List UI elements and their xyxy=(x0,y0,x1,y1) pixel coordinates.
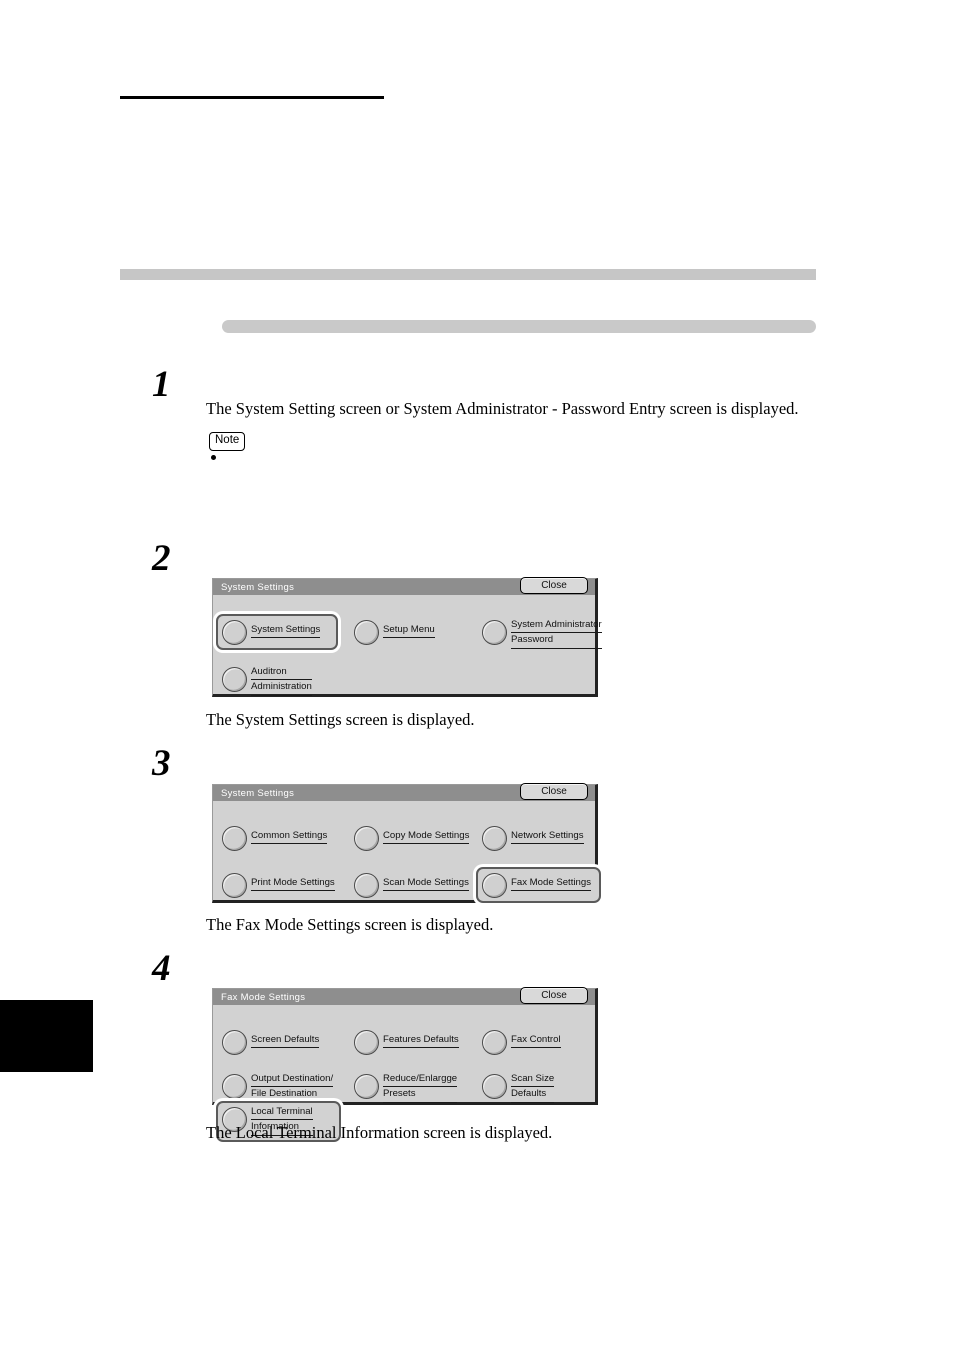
radio-circle-icon[interactable] xyxy=(222,1074,247,1099)
panel-titlebar: System Settings Close xyxy=(213,577,595,595)
radio-circle-icon[interactable] xyxy=(222,1030,247,1055)
lcd-item-fax-mode-settings[interactable]: Fax Mode Settings xyxy=(476,867,601,903)
step-number-4: 4 xyxy=(152,948,171,989)
lcd-item-label-line: Setup Menu xyxy=(383,624,435,639)
lcd-item-label: Auditron Administration xyxy=(251,666,312,697)
radio-circle-icon[interactable] xyxy=(482,620,507,645)
lcd-item-label: System Settings xyxy=(251,619,321,639)
lcd-item-screen-defaults[interactable]: Screen Defaults xyxy=(216,1024,341,1060)
lcd-item-label-line: Defaults xyxy=(511,1088,555,1103)
radio-circle-icon[interactable] xyxy=(482,873,507,898)
lcd-panel-system-settings-top: System Settings Close System Settings Set… xyxy=(212,577,602,697)
lcd-item-label-line: System Settings xyxy=(251,624,321,639)
lcd-item-label-line: Scan Size xyxy=(511,1073,555,1088)
step-3-caption: The Fax Mode Settings screen is displaye… xyxy=(206,915,494,934)
lcd-item-label-line: Output Destination/ xyxy=(251,1073,334,1088)
radio-circle-icon[interactable] xyxy=(482,1030,507,1055)
lcd-item-label: Common Settings xyxy=(251,825,328,845)
lcd-item-setup-menu[interactable]: Setup Menu xyxy=(348,614,470,650)
lcd-item-scan-mode-settings[interactable]: Scan Mode Settings xyxy=(348,867,473,903)
lcd-item-label-line: Print Mode Settings xyxy=(251,877,335,892)
lcd-item-label-line: Fax Mode Settings xyxy=(511,877,591,892)
lcd-item-label: System Administrator Password xyxy=(511,619,602,650)
step-number-1: 1 xyxy=(152,364,171,405)
page-edge-tab xyxy=(0,1000,93,1072)
lcd-item-label-line: Common Settings xyxy=(251,830,328,845)
lcd-panel-fax-mode-settings: Fax Mode Settings Close Screen Defaults F… xyxy=(212,987,598,1142)
lcd-item-label: Features Defaults xyxy=(383,1029,459,1049)
lcd-item-label: Reduce/Enlargge Presets xyxy=(383,1073,458,1104)
lcd-item-label: Network Settings xyxy=(511,825,584,845)
radio-circle-icon[interactable] xyxy=(354,873,379,898)
lcd-item-system-settings[interactable]: System Settings xyxy=(216,614,338,650)
lcd-item-label: Output Destination/File Destination xyxy=(251,1073,334,1104)
step-number-3: 3 xyxy=(152,743,171,784)
panel-titlebar: Fax Mode Settings Close xyxy=(213,987,595,1005)
lcd-item-reduce-enlargge-presets[interactable]: Reduce/Enlargge Presets xyxy=(348,1068,473,1109)
lcd-item-label: Copy Mode Settings xyxy=(383,825,470,845)
radio-circle-icon[interactable] xyxy=(222,826,247,851)
panel-title: System Settings xyxy=(221,787,295,799)
radio-circle-icon[interactable] xyxy=(354,620,379,645)
lcd-item-copy-mode-settings[interactable]: Copy Mode Settings xyxy=(348,820,473,856)
lcd-item-label-line: Features Defaults xyxy=(383,1034,459,1049)
lcd-item-print-mode-settings[interactable]: Print Mode Settings xyxy=(216,867,341,903)
note-marker: Note xyxy=(209,432,246,451)
lcd-item-label: Fax Mode Settings xyxy=(511,872,591,892)
lcd-item-features-defaults[interactable]: Features Defaults xyxy=(348,1024,473,1060)
lcd-item-label-line: Fax Control xyxy=(511,1034,561,1049)
lcd-item-label-line: Network Settings xyxy=(511,830,584,845)
radio-circle-icon[interactable] xyxy=(482,826,507,851)
close-button[interactable]: Close xyxy=(520,577,588,594)
note-bullet-icon xyxy=(211,455,216,460)
lcd-item-label-line: Copy Mode Settings xyxy=(383,830,470,845)
section-divider-bar xyxy=(120,269,816,280)
close-button[interactable]: Close xyxy=(520,987,588,1004)
lcd-item-auditron-administration[interactable]: Auditron Administration xyxy=(216,661,338,702)
radio-circle-icon[interactable] xyxy=(482,1074,507,1099)
radio-circle-icon[interactable] xyxy=(222,667,247,692)
lcd-item-label: Print Mode Settings xyxy=(251,872,335,892)
panel-title: Fax Mode Settings xyxy=(221,991,306,1003)
radio-circle-icon[interactable] xyxy=(222,873,247,898)
lcd-item-scan-size-defaults[interactable]: Scan Size Defaults xyxy=(476,1068,601,1109)
panel-body: System Settings Setup Menu System Administ… xyxy=(213,595,602,696)
lcd-item-label-line: Administration xyxy=(251,681,312,696)
step-4-caption: The Local Terminal Information screen is… xyxy=(206,1123,553,1142)
step-2-caption: The System Settings screen is displayed. xyxy=(206,710,475,729)
lcd-item-label: Fax Control xyxy=(511,1029,561,1049)
lcd-item-label-line: Screen Defaults xyxy=(251,1034,320,1049)
lcd-panel-system-settings-modes: System Settings Close Common Settings Cop… xyxy=(212,783,601,903)
lcd-item-label-line: System Administrator xyxy=(511,619,602,634)
lcd-item-label-line: Auditron xyxy=(251,666,312,681)
panel-body: Common Settings Copy Mode Settings Network… xyxy=(213,801,601,903)
lcd-item-label: Scan Size Defaults xyxy=(511,1073,555,1104)
lcd-item-label: Setup Menu xyxy=(383,619,435,639)
lcd-item-network-settings[interactable]: Network Settings xyxy=(476,820,601,856)
radio-circle-icon[interactable] xyxy=(354,826,379,851)
lcd-item-common-settings[interactable]: Common Settings xyxy=(216,820,341,856)
lcd-item-label-line: Password xyxy=(511,634,602,649)
panel-body: Screen Defaults Features Defaults Fax Cont… xyxy=(213,1005,595,1142)
lcd-item-label-line: Presets xyxy=(383,1088,458,1103)
lcd-item-fax-control[interactable]: Fax Control xyxy=(476,1024,601,1060)
step-1-text: The System Setting screen or System Admi… xyxy=(206,399,799,418)
panel-titlebar: System Settings Close xyxy=(213,783,595,801)
lcd-item-label-line: Local Terminal xyxy=(251,1106,313,1121)
lcd-item-label-line: Reduce/Enlargge xyxy=(383,1073,458,1088)
subsection-divider-bar xyxy=(222,320,816,333)
panel-title: System Settings xyxy=(221,581,295,593)
lcd-item-label: Screen Defaults xyxy=(251,1029,320,1049)
close-button[interactable]: Close xyxy=(520,783,588,800)
lcd-item-label: Scan Mode Settings xyxy=(383,872,469,892)
radio-circle-icon[interactable] xyxy=(354,1030,379,1055)
radio-circle-icon[interactable] xyxy=(354,1074,379,1099)
header-rule xyxy=(120,96,384,99)
step-number-2: 2 xyxy=(152,538,171,579)
lcd-item-label-line: Scan Mode Settings xyxy=(383,877,469,892)
radio-circle-icon[interactable] xyxy=(222,620,247,645)
lcd-item-system-administrator-password[interactable]: System Administrator Password xyxy=(476,614,602,655)
